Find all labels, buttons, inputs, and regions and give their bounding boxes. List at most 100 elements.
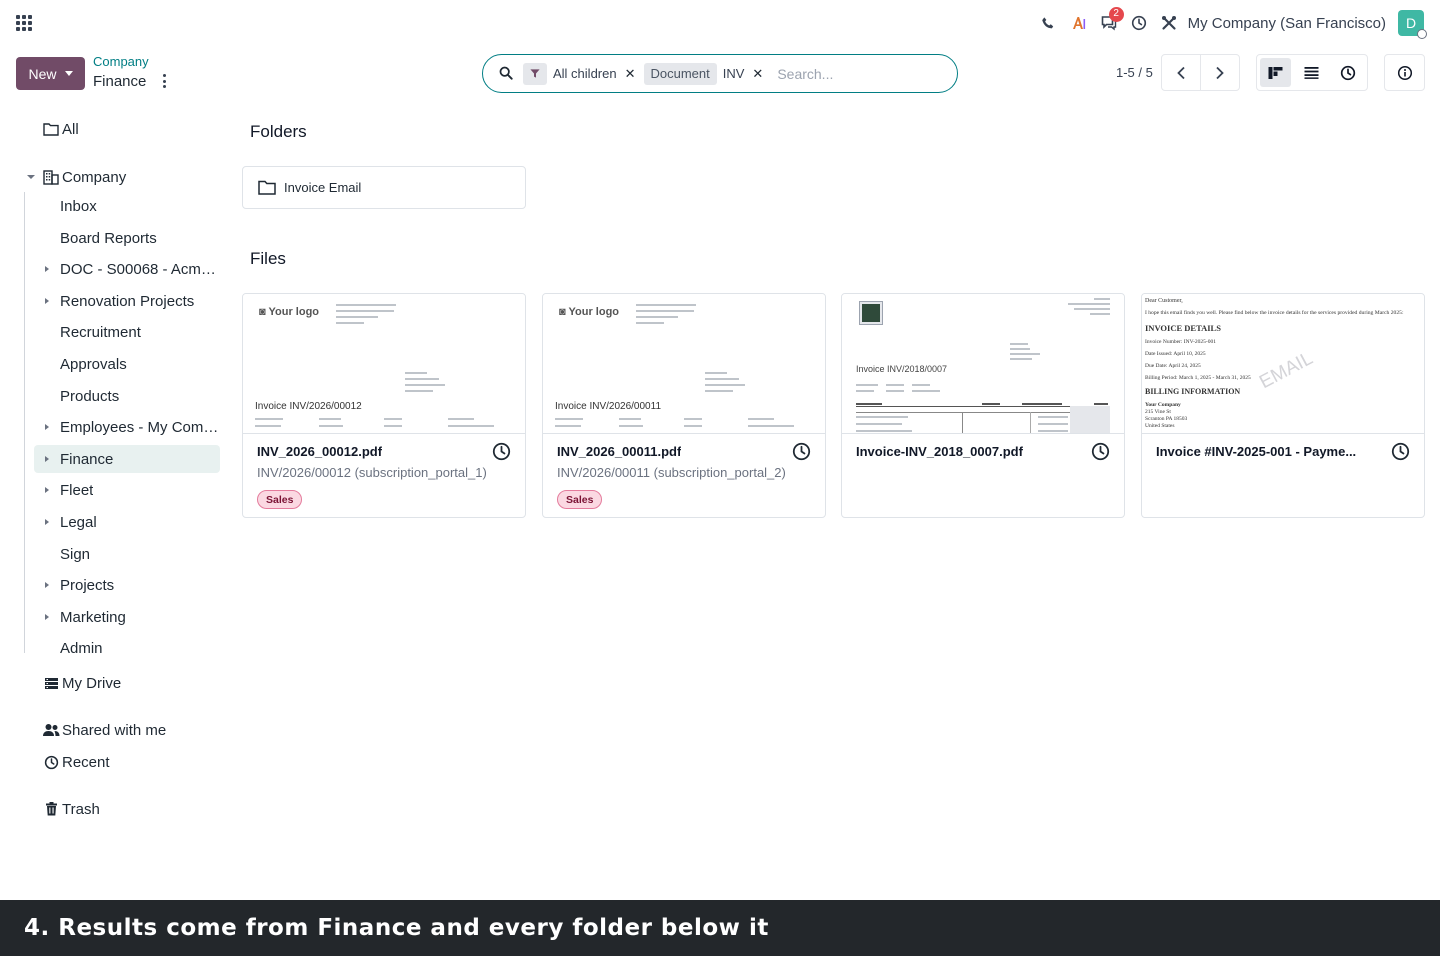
sidebar-item-marketing[interactable]: Marketing: [34, 603, 220, 631]
list-view-icon[interactable]: [1296, 58, 1327, 87]
caption-text: 4. Results come from Finance and every f…: [24, 915, 769, 941]
search-input[interactable]: [777, 65, 928, 82]
company-switcher[interactable]: My Company (San Francisco): [1188, 15, 1386, 32]
debug-tools-icon[interactable]: [1154, 8, 1184, 38]
sidebar-item-legal[interactable]: Legal: [34, 508, 220, 536]
apps-menu-icon[interactable]: [16, 15, 32, 31]
view-switcher: [1256, 54, 1368, 91]
collapse-caret-icon[interactable]: [26, 175, 36, 179]
caret-down-icon: [64, 71, 73, 76]
new-button[interactable]: New: [16, 57, 85, 90]
file-name: INV_2026_00012.pdf: [257, 444, 383, 459]
actions-kebab-icon[interactable]: [160, 73, 168, 89]
sidebar-item-admin[interactable]: Admin: [34, 634, 220, 662]
phone-icon[interactable]: [1034, 8, 1064, 38]
file-name: INV_2026_00011.pdf: [557, 444, 682, 459]
filter-facet-value: All children: [553, 66, 617, 81]
sidebar-item-sign[interactable]: Sign: [34, 540, 220, 568]
activity-view-icon[interactable]: [1332, 58, 1363, 87]
sidebar-item-renovation-projects[interactable]: Renovation Projects: [34, 287, 220, 315]
activity-clock-icon[interactable]: [792, 442, 811, 464]
tag-badge: Sales: [557, 490, 603, 509]
sidebar-item-recent[interactable]: Recent: [42, 748, 110, 776]
presence-status-icon: [1417, 29, 1427, 39]
user-avatar[interactable]: D: [1398, 10, 1427, 39]
sidebar-item-label: Recent: [62, 753, 110, 771]
sidebar-item-products[interactable]: Products: [34, 382, 220, 410]
sidebar-item-label: Approvals: [60, 355, 127, 373]
remove-group-facet-icon[interactable]: ✕: [750, 66, 765, 82]
file-card[interactable]: ◙ Your logo Invoice INV/2026/00012 INV_2…: [242, 293, 526, 518]
file-card[interactable]: ◙ Your logo Invoice INV/2026/00011 INV_2…: [542, 293, 826, 518]
thumbnail-intro: I hope this email finds you well. Please…: [1145, 310, 1404, 316]
remove-filter-facet-icon[interactable]: ✕: [623, 66, 638, 82]
sidebar-item-label: Fleet: [60, 481, 94, 499]
thumbnail-title: Invoice INV/2018/0007: [856, 364, 948, 374]
sidebar-item-finance[interactable]: Finance: [34, 445, 220, 473]
sidebar-item-inbox[interactable]: Inbox: [34, 192, 220, 220]
pager-value[interactable]: 1-5 / 5: [1116, 65, 1153, 80]
sidebar-item-employees-my-comp[interactable]: Employees - My Comp...: [34, 413, 220, 441]
file-name: Invoice-INV_2018_0007.pdf: [856, 444, 1023, 459]
systray: 2 My Company (San Francisco) D: [1034, 7, 1427, 39]
search-icon[interactable]: [499, 66, 515, 82]
sidebar-item-label: My Drive: [62, 674, 122, 692]
sidebar-item-projects[interactable]: Projects: [34, 571, 220, 599]
expand-caret-icon[interactable]: [34, 424, 60, 430]
ai-icon[interactable]: [1064, 8, 1094, 38]
thumbnail-greeting: Dear Customer,: [1145, 298, 1183, 304]
group-facet: Document INV ✕: [643, 62, 766, 85]
file-card[interactable]: Invoice INV/2018/0007 Invoice-INV_2018_0…: [841, 293, 1125, 518]
sidebar-item-trash[interactable]: Trash: [42, 795, 100, 823]
thumbnail-heading: INVOICE DETAILS: [1145, 323, 1221, 333]
thumbnail-line: Scranton PA 18503: [1145, 416, 1188, 422]
thumbnail-title: Invoice INV/2026/00012: [255, 401, 362, 412]
files-section-title: Files: [250, 249, 286, 268]
expand-caret-icon[interactable]: [34, 614, 60, 620]
folder-icon: [42, 121, 60, 137]
sidebar-item-board-reports[interactable]: Board Reports: [34, 224, 220, 252]
activity-clock-icon[interactable]: [1091, 442, 1110, 464]
file-card[interactable]: Dear Customer, I hope this email finds y…: [1141, 293, 1425, 518]
sidebar-item-fleet[interactable]: Fleet: [34, 476, 220, 504]
breadcrumb: Company Finance: [93, 54, 149, 92]
kanban-view-icon[interactable]: [1260, 58, 1291, 87]
expand-caret-icon[interactable]: [34, 582, 60, 588]
sidebar-item-label: Trash: [62, 800, 100, 818]
sidebar-item-doc-s00068-acme[interactable]: DOC - S00068 - Acme ...: [34, 255, 220, 283]
search-bar: All children ✕ Document INV ✕: [482, 54, 958, 93]
messages-icon[interactable]: 2: [1094, 7, 1124, 38]
folder-name: Invoice Email: [284, 180, 362, 195]
clock-icon: [42, 754, 60, 770]
sidebar-item-company[interactable]: Company: [26, 163, 126, 191]
sidebar-item-my-drive[interactable]: My Drive: [42, 669, 121, 697]
sidebar-item-all[interactable]: All: [42, 115, 79, 143]
pager-next-button[interactable]: [1201, 55, 1239, 90]
file-thumbnail: ◙ Your logo Invoice INV/2026/00012: [243, 294, 525, 434]
group-facet-label: Document: [643, 62, 717, 85]
folder-icon: [258, 180, 276, 195]
activity-clock-icon[interactable]: [1124, 8, 1154, 38]
thumbnail-logo: ◙ Your logo: [259, 306, 320, 318]
expand-caret-icon[interactable]: [34, 266, 60, 272]
building-icon: [42, 169, 60, 185]
new-button-label: New: [28, 65, 57, 82]
activity-clock-icon[interactable]: [492, 442, 511, 464]
sidebar-item-label: Recruitment: [60, 323, 141, 341]
info-icon[interactable]: [1384, 54, 1425, 91]
sidebar-item-label: DOC - S00068 - Acme ...: [60, 260, 220, 278]
thumbnail-line: United States: [1145, 423, 1175, 429]
expand-caret-icon[interactable]: [34, 487, 60, 493]
company-logo-icon: [859, 301, 883, 325]
expand-caret-icon[interactable]: [34, 456, 60, 462]
expand-caret-icon[interactable]: [34, 519, 60, 525]
breadcrumb-parent[interactable]: Company: [93, 54, 149, 70]
sidebar-item-recruitment[interactable]: Recruitment: [34, 318, 220, 346]
sidebar-item-approvals[interactable]: Approvals: [34, 350, 220, 378]
expand-caret-icon[interactable]: [34, 298, 60, 304]
activity-clock-icon[interactable]: [1391, 442, 1410, 464]
pager-previous-button[interactable]: [1162, 55, 1201, 90]
folder-card[interactable]: Invoice Email: [242, 166, 526, 209]
sidebar-item-shared[interactable]: Shared with me: [42, 716, 166, 744]
thumbnail-logo: ◙ Your logo: [559, 306, 620, 318]
